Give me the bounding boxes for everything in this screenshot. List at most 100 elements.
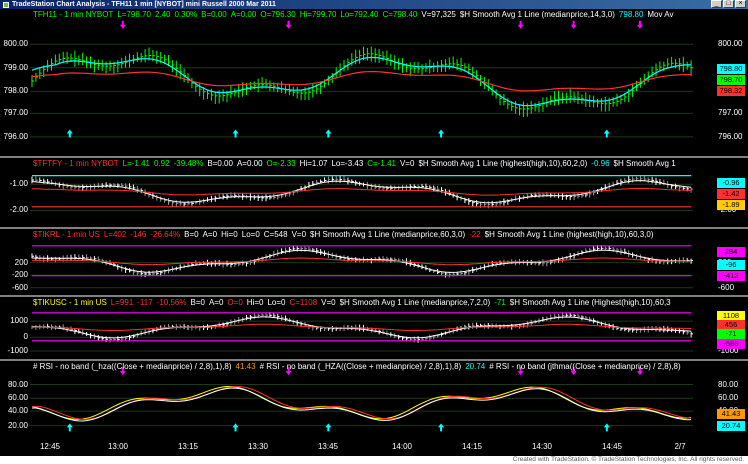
- close-button[interactable]: ×: [735, 0, 746, 8]
- header-field: 0.30%: [174, 10, 198, 19]
- smooth-avg-line: [31, 249, 692, 273]
- header-field: 2.40: [154, 10, 171, 19]
- pane-header-tikrl: $TIKRL - 1 min US L=402 -146 -26.64% B=0 A=0 H…: [33, 230, 746, 241]
- y-tick-label: 796.00: [3, 131, 28, 141]
- x-tick-label: 13:15: [177, 442, 199, 451]
- buy-arrow-icon: [232, 129, 239, 138]
- header-field: C=-1.41: [367, 159, 396, 168]
- header-field: $H Smooth Avg 1 Line (highest(high,10),6…: [418, 159, 588, 168]
- header-field: -26.64%: [150, 230, 181, 239]
- sell-arrow-icon: [119, 20, 126, 29]
- y-tick-label: 0: [23, 332, 28, 342]
- sell-arrow-icon: [636, 20, 643, 29]
- header-field: O=-2.33: [266, 159, 296, 168]
- pane-header-price: TFH11 - 1 min NYBOT L=798.70 2.40 0.30% B=0.…: [33, 10, 746, 21]
- header-field: B=0: [190, 298, 205, 307]
- header-field: $H Smooth Avg 1 Line (medianprice,14,3,0…: [459, 10, 615, 19]
- header-field: Hi=0: [221, 230, 238, 239]
- header-field: $H Smooth Avg 1 Line (highest(high,10),6…: [484, 230, 654, 239]
- header-field: $TIKUSC - 1 min US: [33, 298, 107, 307]
- header-field: 41.43: [235, 362, 256, 371]
- left-price-axis[interactable]: 80.00 60.00 40.00 20.00: [0, 361, 30, 437]
- y-tick-label: 80.00: [7, 379, 28, 389]
- header-field: $H Smooth Avg 1: [613, 159, 676, 168]
- x-tick-label: 14:15: [461, 442, 483, 451]
- y-tick-label: -200: [11, 270, 28, 280]
- header-field: -117: [137, 298, 153, 307]
- header-field: Lo=792.40: [340, 10, 379, 19]
- titlebar: TradeStation Chart Analysis - TFH11 1 mi…: [0, 0, 748, 9]
- header-field: L=991: [110, 298, 134, 307]
- pane-header-rsi: # RSI - no band (_hza((Close + medianpri…: [33, 362, 746, 373]
- header-field: Mov Av: [647, 10, 674, 19]
- header-field: V=97,325: [421, 10, 456, 19]
- header-field: B=0: [184, 230, 199, 239]
- header-field: B=0.00: [207, 159, 233, 168]
- left-price-axis[interactable]: 800.00 799.00 798.00 797.00 796.00: [0, 9, 30, 156]
- y-tick-label: -600: [11, 282, 28, 292]
- minimize-button[interactable]: _: [711, 0, 722, 8]
- y-tick-label: 796.00: [718, 131, 743, 141]
- header-field: -39.48%: [173, 159, 204, 168]
- buy-arrow-icon: [438, 129, 445, 138]
- header-field: -0.96: [591, 159, 610, 168]
- left-price-axis[interactable]: 200 -200 -600: [0, 229, 30, 295]
- header-field: $TFTFY - 1 min NYBOT: [33, 159, 119, 168]
- header-field: -71: [494, 298, 506, 307]
- buy-arrow-icon: [325, 129, 332, 138]
- header-field: B=0.00: [201, 10, 227, 19]
- last-value-tag: -96: [717, 260, 745, 271]
- y-tick-label: 20.00: [7, 420, 28, 430]
- x-tick-label: 13:45: [317, 442, 339, 451]
- header-field: O=0: [227, 298, 243, 307]
- y-tick-label: -600: [718, 282, 735, 292]
- x-tick-label: 12:45: [39, 442, 61, 451]
- midline: [31, 188, 692, 196]
- x-tick-label: 14:30: [531, 442, 553, 451]
- buy-arrow-icon: [66, 423, 73, 432]
- chart-area[interactable]: TFH11 - 1 min NYBOT L=798.70 2.40 0.30% B=0.…: [0, 9, 748, 456]
- window-title: TradeStation Chart Analysis - TFH11 1 mi…: [12, 1, 276, 8]
- header-field: V=0: [321, 298, 336, 307]
- header-field: TFH11 - 1 min NYBOT: [33, 10, 114, 19]
- buy-arrow-icon: [66, 129, 73, 138]
- smooth-avg-line: [32, 316, 692, 339]
- left-price-axis[interactable]: -1.00 -2.00: [0, 158, 30, 227]
- last-value-tag: 798.32: [717, 86, 745, 97]
- y-tick-label: 797.00: [3, 108, 28, 118]
- header-field: $H Smooth Avg 1 Line (medianprice,7,2,0): [339, 298, 491, 307]
- sell-arrow-icon: [517, 20, 524, 29]
- y-tick-label: 40.00: [7, 406, 28, 416]
- x-tick-label: 14:00: [391, 442, 413, 451]
- y-tick-label: 200: [14, 257, 28, 267]
- last-value-tag: -1.42: [717, 188, 745, 199]
- y-tick-label: 1000: [10, 316, 28, 326]
- header-field: Hi=0: [246, 298, 264, 307]
- header-field: 798.80: [618, 10, 644, 19]
- price-plot: [30, 20, 693, 138]
- header-field: $H Smooth Avg 1 Line (Highest(high,10),6…: [509, 298, 671, 307]
- header-field: A=0: [202, 230, 218, 239]
- header-field: # RSI - no band (_hza((Close + medianpri…: [33, 362, 232, 371]
- maximize-button[interactable]: □: [723, 0, 734, 8]
- x-tick-label: 13:30: [247, 442, 269, 451]
- pane-price[interactable]: [30, 9, 693, 156]
- header-field: Lo=-3.43: [331, 159, 364, 168]
- header-field: Lo=0: [241, 230, 260, 239]
- sell-arrow-icon: [285, 20, 292, 29]
- footer-credit: Created with TradeStation. © TradeStatio…: [0, 456, 748, 464]
- last-value-tag: -588: [717, 338, 745, 349]
- header-field: Hi=799.70: [299, 10, 337, 19]
- buy-arrow-icon: [232, 423, 239, 432]
- buy-arrow-icon: [603, 423, 610, 432]
- app-icon: [3, 1, 9, 8]
- last-value-tag: 798.80: [717, 64, 745, 75]
- last-value-tag: -412: [717, 270, 745, 281]
- last-value-tag: -0.96: [717, 177, 745, 188]
- header-field: L=798.70: [117, 10, 151, 19]
- y-tick-label: 60.00: [718, 393, 739, 403]
- left-price-axis[interactable]: 1000 0 -1000: [0, 297, 30, 359]
- time-axis[interactable]: 12:45 13:00 13:15 13:30 13:45 14:00 14:15 14:30…: [30, 437, 693, 456]
- header-field: A=0: [208, 298, 224, 307]
- header-field: Lo=0: [267, 298, 286, 307]
